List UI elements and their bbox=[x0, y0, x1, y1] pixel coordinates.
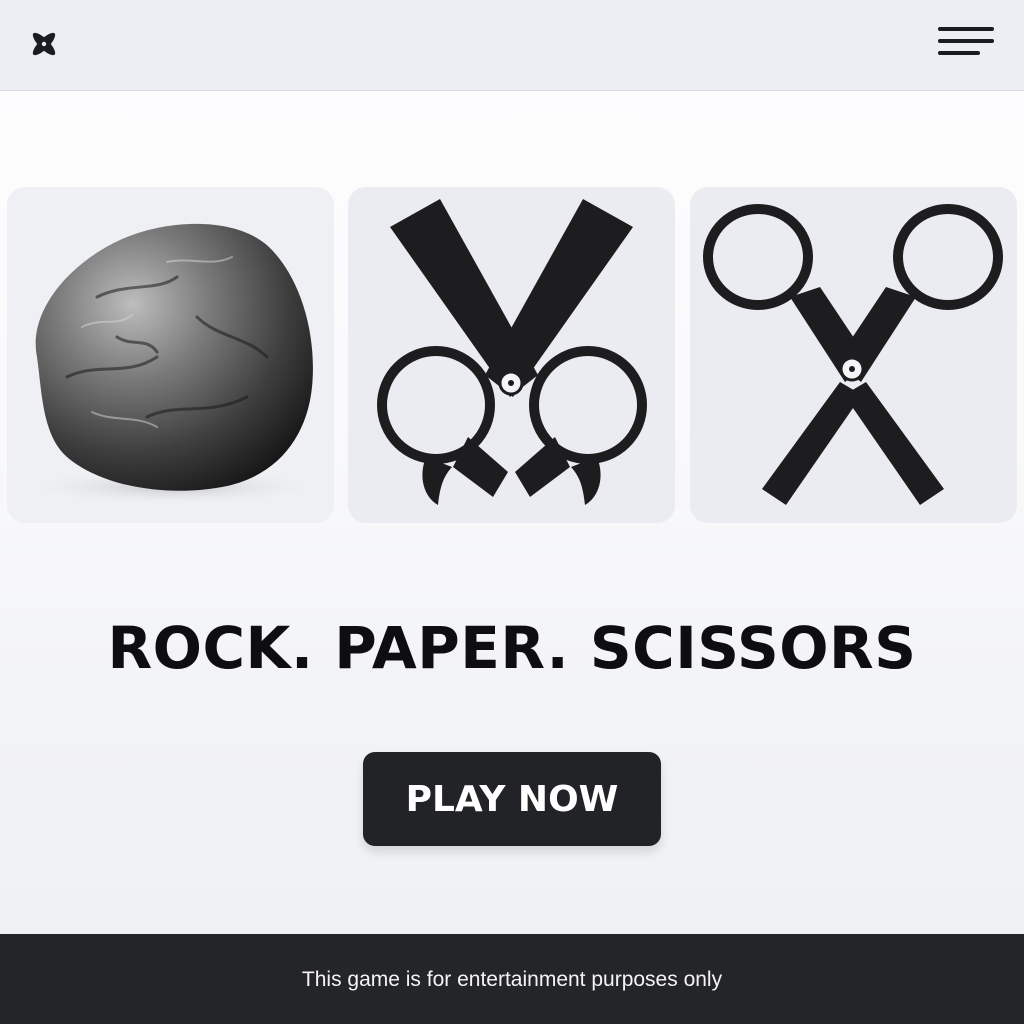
hamburger-menu-icon bbox=[938, 27, 994, 55]
footer: This game is for entertainment purposes … bbox=[0, 934, 1024, 1024]
rock-icon bbox=[22, 223, 322, 505]
play-now-button[interactable]: PLAY NOW bbox=[363, 752, 661, 846]
top-bar bbox=[0, 0, 1024, 91]
rock-choice-card[interactable] bbox=[7, 187, 334, 523]
logo-button[interactable] bbox=[24, 24, 64, 64]
page-title: ROCK. PAPER. SCISSORS bbox=[107, 614, 917, 682]
scissors-choice-card[interactable] bbox=[690, 187, 1017, 523]
scissors-icon bbox=[703, 204, 1003, 505]
footer-disclaimer: This game is for entertainment purposes … bbox=[301, 968, 723, 991]
paper-choice-card[interactable] bbox=[348, 187, 675, 523]
x-logo-icon bbox=[32, 32, 56, 56]
scissors-icon bbox=[377, 199, 647, 505]
menu-button[interactable] bbox=[934, 22, 998, 62]
